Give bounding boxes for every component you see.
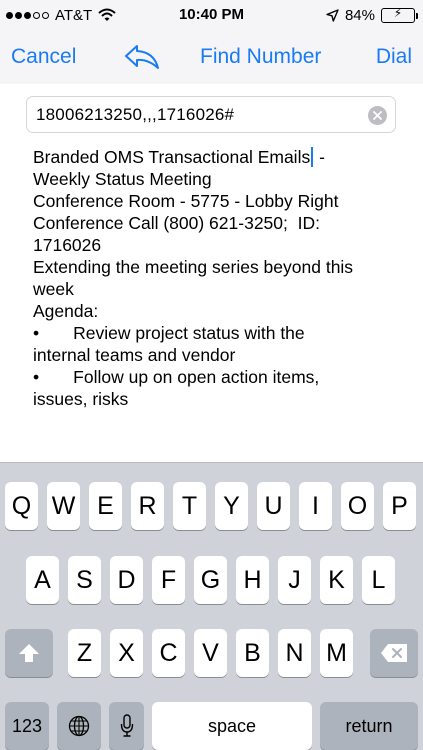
text-line: Weekly Status Meeting: [33, 169, 212, 189]
number-input-value: 18006213250,,,1716026#: [36, 105, 235, 124]
key-m[interactable]: M: [320, 629, 353, 677]
cancel-button[interactable]: Cancel: [11, 30, 76, 84]
key-o[interactable]: O: [341, 482, 374, 530]
key-s[interactable]: S: [68, 556, 101, 604]
navigation-bar: Cancel Find Number Dial: [0, 30, 423, 84]
key-l[interactable]: L: [362, 556, 395, 604]
battery-icon: ⚡: [381, 6, 418, 23]
key-d[interactable]: D: [110, 556, 143, 604]
key-a[interactable]: A: [26, 556, 59, 604]
reply-arrow-icon: [125, 45, 159, 69]
shift-arrow-icon: [19, 644, 39, 662]
key-n[interactable]: N: [278, 629, 311, 677]
text-line: issues, risks: [33, 389, 129, 409]
text-line: Conference Room - 5775 - Lobby Right: [33, 191, 339, 211]
microphone-icon: [120, 714, 133, 737]
key-k[interactable]: K: [320, 556, 353, 604]
key-h[interactable]: H: [236, 556, 269, 604]
globe-icon: [68, 715, 90, 737]
battery-percent: 84%: [344, 6, 375, 24]
text-line: week: [33, 279, 74, 299]
key-r[interactable]: R: [131, 482, 164, 530]
keyboard: Q W E R T Y U I O P A S D F G H J K L Z …: [0, 462, 423, 750]
numbers-key[interactable]: 123: [5, 702, 49, 750]
key-x[interactable]: X: [110, 629, 143, 677]
key-z[interactable]: Z: [68, 629, 101, 677]
key-g[interactable]: G: [194, 556, 227, 604]
key-w[interactable]: W: [47, 482, 80, 530]
shift-key[interactable]: [5, 629, 53, 677]
status-right: 84% ⚡: [326, 6, 418, 24]
key-e[interactable]: E: [89, 482, 122, 530]
space-key[interactable]: space: [152, 702, 312, 750]
key-y[interactable]: Y: [215, 482, 248, 530]
back-button[interactable]: [122, 30, 162, 84]
text-line: internal teams and vendor: [33, 345, 236, 365]
key-p[interactable]: P: [383, 482, 416, 530]
key-c[interactable]: C: [152, 629, 185, 677]
clear-icon[interactable]: [368, 106, 387, 125]
text-line: • Review project status with the: [33, 323, 305, 343]
status-bar: AT&T 10:40 PM 84% ⚡: [0, 0, 423, 30]
key-v[interactable]: V: [194, 629, 227, 677]
backspace-icon: [381, 644, 407, 662]
text-line: Branded OMS Transactional Emails: [33, 147, 311, 167]
delete-key[interactable]: [370, 629, 418, 677]
return-key[interactable]: return: [320, 702, 418, 750]
key-t[interactable]: T: [173, 482, 206, 530]
text-line: -: [314, 147, 325, 167]
text-cursor: [311, 147, 314, 167]
text-line: • Follow up on open action items,: [33, 367, 320, 387]
text-line: 1716026: [33, 235, 102, 255]
key-i[interactable]: I: [299, 482, 332, 530]
key-j[interactable]: J: [278, 556, 311, 604]
meeting-notes-text[interactable]: Branded OMS Transactional Emails - Weekl…: [33, 146, 403, 462]
text-line: Agenda:: [33, 301, 99, 321]
key-b[interactable]: B: [236, 629, 269, 677]
dial-button[interactable]: Dial: [376, 30, 412, 84]
key-u[interactable]: U: [257, 482, 290, 530]
key-q[interactable]: Q: [5, 482, 38, 530]
key-f[interactable]: F: [152, 556, 185, 604]
location-arrow-icon: [326, 8, 339, 22]
dictation-key[interactable]: [109, 702, 144, 750]
number-input[interactable]: 18006213250,,,1716026#: [26, 96, 396, 133]
text-line: Extending the meeting series beyond this: [33, 257, 354, 277]
find-number-button[interactable]: Find Number: [200, 30, 321, 84]
text-line: Conference Call (800) 621-3250; ID:: [33, 213, 320, 233]
globe-key[interactable]: [57, 702, 101, 750]
